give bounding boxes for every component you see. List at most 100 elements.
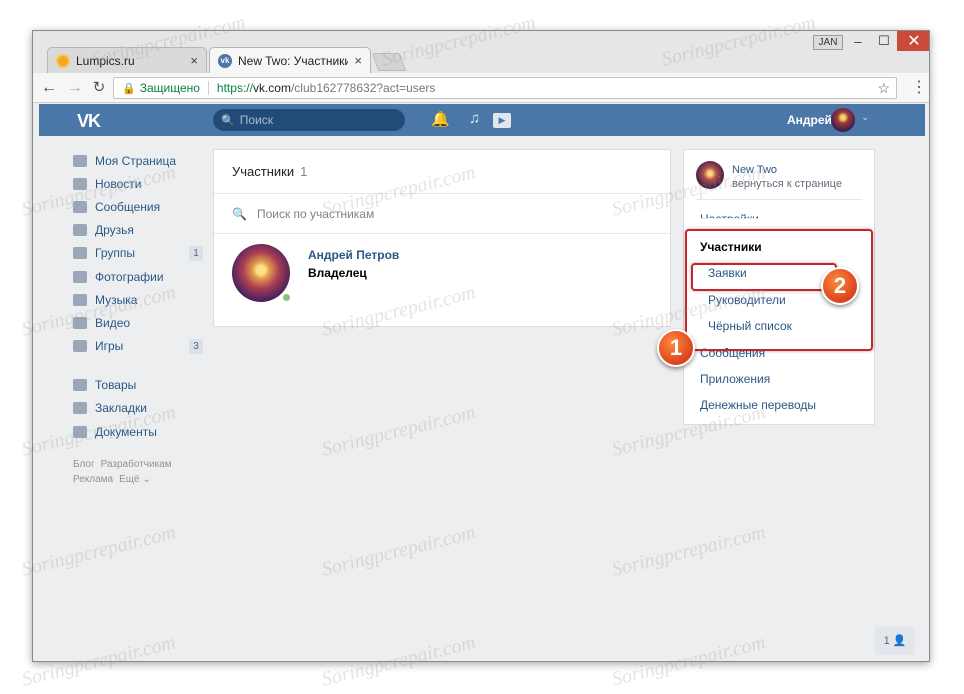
menu-item-transfers[interactable]: Денежные переводы (700, 398, 816, 412)
vk-favicon-icon: vk (218, 53, 232, 68)
sidebar-item-label: Игры (95, 339, 124, 354)
member-role: Владелец (308, 266, 367, 280)
vk-logo[interactable]: VK (77, 111, 101, 132)
tab-title: Lumpics.ru (76, 53, 135, 68)
tab-strip: Lumpics.ru × vk New Two: Участники × JAN… (33, 31, 929, 73)
highlight-requests-item (691, 263, 837, 291)
chevron-down-icon[interactable]: ⌄ (861, 112, 869, 123)
tab-close-icon[interactable]: × (354, 53, 362, 68)
menu-item-apps[interactable]: Приложения (700, 372, 770, 386)
step-badge-1: 1 (657, 329, 695, 367)
footer-link-developers[interactable]: Разработчикам (101, 459, 172, 470)
sidebar-item-label: Видео (95, 315, 131, 330)
camera-icon (73, 270, 87, 283)
maximize-button[interactable]: ☐ (871, 31, 897, 51)
minimize-button[interactable]: – (845, 31, 871, 51)
list-item: Андрей Петров Владелец (214, 234, 670, 326)
address-separator (207, 81, 209, 95)
members-card: Участники 1 🔍 Поиск по участникам Андрей… (213, 149, 671, 327)
video-icon (73, 316, 87, 329)
sidebar-item-groups[interactable]: Группы 1 (73, 242, 203, 265)
sidebar-item-bookmarks[interactable]: Закладки (73, 397, 203, 420)
address-bar[interactable]: 🔒 Защищено https:// vk.com /club16277863… (113, 77, 897, 99)
browser-window: Lumpics.ru × vk New Two: Участники × JAN… (32, 30, 930, 662)
header-user-name[interactable]: Андрей (787, 113, 832, 127)
members-title: Участники (232, 164, 295, 179)
sidebar-item-my-page[interactable]: Моя Страница (73, 149, 203, 172)
close-window-button[interactable]: ✕ (897, 31, 929, 51)
member-name-link[interactable]: Андрей Петров (308, 248, 399, 262)
bookmark-star-icon[interactable]: ☆ (877, 80, 890, 97)
sidebar-item-label: Друзья (95, 223, 134, 238)
header-avatar[interactable] (831, 108, 855, 132)
sidebar-item-news[interactable]: Новости (73, 172, 203, 195)
music-note-icon[interactable]: ♫ (469, 110, 480, 127)
search-icon: 🔍 (221, 114, 235, 127)
play-icon[interactable]: ▶ (493, 113, 511, 128)
tab-lumpics[interactable]: Lumpics.ru × (47, 47, 207, 73)
groups-count-badge: 1 (189, 245, 203, 261)
reload-icon[interactable]: ↻ (89, 78, 109, 98)
sidebar-item-label: Фотографии (95, 269, 164, 284)
back-arrow-icon[interactable]: ← (39, 78, 59, 98)
profile-badge[interactable]: JAN (813, 35, 843, 50)
vk-search-placeholder: Поиск (239, 113, 273, 127)
members-count: 1 (300, 164, 308, 179)
home-icon (73, 154, 87, 167)
notifications-bell-icon[interactable]: 🔔 (431, 110, 450, 128)
sidebar-item-label: Группы (95, 246, 135, 261)
groups-icon (73, 247, 87, 260)
url-path: /club162778632?act=users (290, 81, 436, 95)
browser-menu-icon[interactable]: ⋮ (911, 78, 927, 98)
lock-icon: 🔒 (122, 82, 136, 95)
lumpics-favicon-icon (56, 53, 70, 68)
sidebar-item-label: Моя Страница (95, 153, 177, 168)
url-scheme: https:// (216, 81, 253, 95)
sidebar-item-messages[interactable]: Сообщения (73, 195, 203, 218)
online-friends-button[interactable]: 1 👤 (875, 627, 915, 655)
messages-icon (73, 200, 87, 213)
group-name[interactable]: New Two (732, 164, 777, 176)
members-header: Участники 1 (214, 150, 670, 194)
sidebar-item-documents[interactable]: Документы (73, 420, 203, 443)
news-icon (73, 177, 87, 190)
tab-close-icon[interactable]: × (190, 53, 198, 68)
menu-item-settings[interactable]: Настройки (700, 212, 759, 218)
footer-link-blog[interactable]: Блог (73, 459, 95, 470)
sidebar-item-music[interactable]: Музыка (73, 288, 203, 311)
browser-toolbar: ← → ↻ 🔒 Защищено https:// vk.com /club16… (33, 73, 929, 103)
search-icon: 🔍 (232, 206, 247, 221)
group-header[interactable]: New Two вернуться к странице (696, 150, 862, 200)
vk-header: VK 🔍 Поиск 🔔 ♫ ▶ Андрей ⌄ (39, 104, 925, 136)
sidebar-item-label: Сообщения (95, 199, 161, 214)
sidebar-footer: Блог Разработчикам Реклама Ещё ⌄ (73, 457, 203, 487)
footer-link-more[interactable]: Ещё ⌄ (119, 474, 151, 485)
tab-vk-members[interactable]: vk New Two: Участники × (209, 47, 371, 73)
sidebar-item-games[interactable]: Игры 3 (73, 335, 203, 358)
music-icon (73, 293, 87, 306)
url-host: vk.com (252, 81, 291, 95)
members-search-placeholder: Поиск по участникам (256, 206, 375, 221)
members-search-input[interactable]: 🔍 Поиск по участникам (214, 194, 670, 234)
sidebar-item-label: Закладки (95, 401, 147, 416)
sidebar-item-label: Товары (95, 378, 137, 393)
online-indicator (281, 292, 292, 303)
step-badge-2: 2 (821, 267, 859, 305)
footer-link-ads[interactable]: Реклама (73, 474, 113, 485)
star-icon (73, 402, 87, 415)
sidebar-item-friends[interactable]: Друзья (73, 219, 203, 242)
forward-arrow-icon[interactable]: → (65, 78, 85, 98)
back-to-page-link[interactable]: вернуться к странице (732, 178, 842, 190)
vk-search-input[interactable]: 🔍 Поиск (213, 109, 405, 131)
new-tab-button[interactable] (371, 53, 407, 71)
left-sidebar: Моя Страница Новости Сообщения Друзья Гр… (73, 149, 203, 487)
sidebar-item-photos[interactable]: Фотографии (73, 265, 203, 288)
sidebar-item-label: Новости (95, 176, 142, 191)
group-avatar (696, 161, 724, 189)
sidebar-item-label: Документы (95, 424, 157, 439)
tab-title: New Two: Участники (238, 53, 349, 68)
sidebar-item-video[interactable]: Видео (73, 311, 203, 334)
gamepad-icon (73, 340, 87, 353)
bag-icon (73, 379, 87, 392)
sidebar-item-goods[interactable]: Товары (73, 374, 203, 397)
